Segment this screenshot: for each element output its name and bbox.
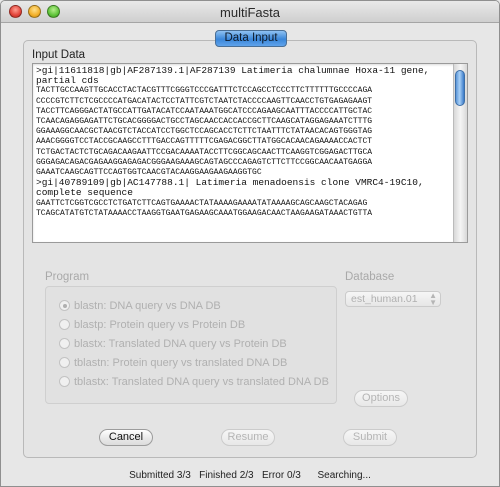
sequence-input-textarea[interactable]: >gi|11611818|gb|AF287139.1|AF287139 Lati… (32, 63, 468, 243)
database-select[interactable]: est_human.01 ▲ ▼ (345, 291, 441, 307)
vertical-scrollbar[interactable] (453, 64, 467, 242)
radio-button-icon[interactable] (59, 376, 70, 387)
radio-button-icon[interactable] (59, 300, 70, 311)
radio-blastx-label: blastx: Translated DNA query vs Protein … (74, 338, 287, 350)
radio-tblastx-label: tblastx: Translated DNA query vs transla… (74, 376, 329, 388)
radio-button-icon[interactable] (59, 319, 70, 330)
window-title: multiFasta (220, 5, 280, 20)
sequence-line: CCCCGTCTTCTCGCCCCATGACATACTCCTATTCGTCTAA… (36, 96, 373, 106)
cancel-button[interactable]: Cancel (99, 429, 153, 446)
database-select-value: est_human.01 (351, 293, 418, 305)
radio-blastn[interactable]: blastn: DNA query vs DNA DB (59, 300, 221, 314)
app-window: multiFasta Data Input Input Data >gi|116… (0, 0, 500, 487)
updown-arrows-icon: ▲ ▼ (429, 291, 437, 307)
radio-tblastn[interactable]: tblastn: Protein query vs translated DNA… (59, 357, 287, 371)
radio-blastx[interactable]: blastx: Translated DNA query vs Protein … (59, 338, 287, 352)
sequence-line: complete sequence (36, 187, 133, 199)
resume-button[interactable]: Resume (221, 429, 275, 446)
radio-tblastx[interactable]: tblastx: Translated DNA query vs transla… (59, 376, 329, 390)
radio-blastp-label: blastp: Protein query vs Protein DB (74, 319, 246, 331)
title-bar: multiFasta (1, 1, 499, 23)
sequence-line: GGAAAGGCAACGCTAACGTCTACCATCCTGGCTCCAGCAC… (36, 127, 373, 137)
radio-blastn-label: blastn: DNA query vs DNA DB (74, 300, 221, 312)
options-button[interactable]: Options (354, 390, 408, 407)
radio-button-icon[interactable] (59, 338, 70, 349)
status-bar-text: Submitted 3/3 Finished 2/3 Error 0/3 Sea… (129, 470, 371, 481)
radio-blastp[interactable]: blastp: Protein query vs Protein DB (59, 319, 245, 333)
radio-button-icon[interactable] (59, 357, 70, 368)
program-label: Program (45, 271, 90, 283)
tab-data-input[interactable]: Data Input (215, 30, 287, 47)
sequence-line: TACTTGCCAAGTTGCACCTACTACGTTTCGGGTCCCGATT… (36, 86, 373, 96)
database-label: Database (345, 271, 395, 283)
radio-tblastn-label: tblastn: Protein query vs translated DNA… (74, 357, 288, 369)
sequence-line: GGGAGACAGACGAGAAGGAGAGACGGGAAGAAAGCAGTAG… (36, 157, 373, 167)
sequence-line: AAACGGGGTCCTACCGCAAGCCTTTGACCAGTTTTTCGAG… (36, 137, 373, 147)
sequence-line: partial cds (36, 75, 99, 87)
submit-button[interactable]: Submit (343, 429, 397, 446)
sequence-text[interactable]: >gi|11611818|gb|AF287139.1|AF287139 Lati… (33, 64, 467, 219)
tab-bar: Data Input (1, 30, 499, 48)
sequence-line: GAATTCTCGGTCGCCTCTGATCTTCAGTGAAAACTATAAA… (36, 198, 368, 208)
sequence-line: TACCTTCAGGGACTATGCCATTGATACATCCAATAAATGG… (36, 106, 373, 116)
scrollbar-thumb[interactable] (455, 70, 465, 106)
sequence-line: TCTGACTACTCTGCAGACAAGAATTCCGACAAAATACCTT… (36, 147, 373, 157)
input-data-label: Input Data (32, 49, 86, 61)
sequence-line: TCAACAGAGGAGATTCTGCACGGGGACTGCCTAGCAACCA… (36, 117, 373, 127)
sequence-line: TCAGCATATGTCTATAAAACCTAAGGTGAATGAGAAGCAA… (36, 208, 373, 218)
